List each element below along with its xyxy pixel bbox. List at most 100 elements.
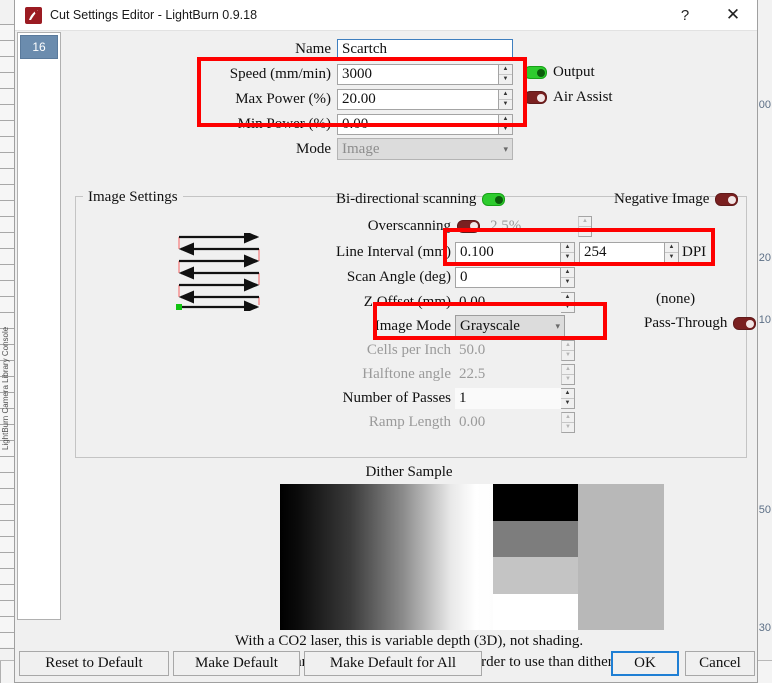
scan-angle-input[interactable]: 0	[455, 266, 561, 288]
z-offset-input[interactable]: 0.00	[455, 292, 561, 313]
bidirectional-toggle[interactable]	[482, 193, 506, 206]
passes-stepper[interactable]: ▲ ▼	[561, 387, 575, 409]
stepper-down-icon[interactable]: ▼	[499, 75, 512, 84]
ruler-tick	[0, 168, 14, 169]
name-label: Name	[295, 40, 331, 57]
stepper-down-icon[interactable]: ▼	[665, 253, 678, 262]
stepper-down-icon: ▼	[565, 352, 571, 358]
stepper-down-icon[interactable]: ▼	[499, 125, 512, 134]
make-default-button[interactable]: Make Default	[173, 651, 300, 676]
cancel-button[interactable]: Cancel	[685, 651, 755, 676]
overscanning-label: Overscanning	[367, 217, 451, 234]
ramp-length-stepper: ▲ ▼	[561, 411, 575, 433]
line-interval-label: Line Interval (mm)	[336, 243, 451, 260]
name-input[interactable]: Scartch	[337, 38, 513, 60]
stepper-up-icon[interactable]: ▲	[561, 268, 574, 278]
image-mode-select[interactable]: Grayscale ▾	[455, 315, 565, 337]
stepper-up-icon[interactable]: ▲	[499, 65, 512, 75]
pass-through-label: Pass-Through	[644, 315, 728, 331]
stepper-down-icon[interactable]: ▼	[499, 100, 512, 109]
dither-block	[493, 557, 578, 594]
stepper-down-icon[interactable]: ▼	[561, 253, 574, 262]
speed-input[interactable]: 3000	[337, 63, 499, 85]
output-toggle[interactable]	[524, 66, 547, 79]
background-number: 30	[758, 622, 771, 634]
ruler-tick	[0, 264, 14, 265]
ramp-length-value: 0.00	[459, 413, 486, 430]
cut-settings-editor-dialog: Cut Settings Editor - LightBurn 0.9.18 ?…	[14, 0, 758, 683]
dialog-footer: Reset to Default Make Default Make Defau…	[15, 644, 757, 682]
stepper-up-icon: ▲	[562, 341, 574, 351]
pass-through-toggle[interactable]	[733, 317, 757, 330]
ruler-tick	[0, 280, 14, 281]
make-default-for-all-button[interactable]: Make Default for All	[304, 651, 482, 676]
min-power-stepper[interactable]: ▲ ▼	[499, 113, 513, 135]
ok-button[interactable]: OK	[611, 651, 679, 676]
ruler-tick	[0, 200, 14, 201]
ruler-tick	[0, 616, 14, 617]
max-power-input[interactable]: 20.00	[337, 88, 499, 110]
min-power-input[interactable]: 0.00	[337, 113, 499, 135]
stepper-down-icon: ▼	[565, 376, 571, 382]
stepper-up-icon: ▲	[562, 413, 574, 423]
ruler-tick	[0, 104, 14, 105]
halftone-angle-value: 22.5	[459, 365, 486, 382]
ruler-tick	[0, 600, 14, 601]
line-interval-stepper[interactable]: ▲ ▼	[561, 241, 575, 263]
dither-sample-preview	[280, 484, 664, 630]
ruler-tick	[0, 661, 1, 683]
stepper-down-icon[interactable]: ▼	[561, 399, 574, 408]
z-offset-label: Z Offset (mm)	[363, 293, 451, 310]
stepper-up-icon[interactable]: ▲	[665, 243, 678, 253]
stepper-up-icon[interactable]: ▲	[561, 243, 574, 253]
settings-panel: Name Scartch Speed (mm/min) 3000 ▲ ▼ Max…	[61, 30, 757, 670]
mode-select[interactable]: Image ▾	[337, 138, 513, 160]
dpi-input[interactable]: 254	[579, 241, 665, 263]
mode-select-value: Image	[342, 140, 380, 157]
dpi-stepper[interactable]: ▲ ▼	[665, 241, 679, 263]
help-button[interactable]: ?	[663, 0, 707, 30]
background-number: 50	[758, 504, 771, 516]
background-vertical-text: LightBurn Camera Library Console	[1, 326, 10, 450]
stepper-down-icon[interactable]: ▼	[561, 303, 574, 312]
stepper-up-icon[interactable]: ▲	[499, 90, 512, 100]
reset-to-default-button[interactable]: Reset to Default	[19, 651, 169, 676]
ruler-tick	[0, 120, 14, 121]
cells-per-inch-label: Cells per Inch	[366, 341, 451, 358]
min-power-label: Min Power (%)	[237, 115, 331, 132]
background-number: 10	[758, 314, 771, 326]
cells-per-inch-stepper: ▲ ▼	[561, 339, 575, 361]
cut-layer-item-16[interactable]: 16	[20, 35, 58, 59]
dither-block-strip	[493, 484, 578, 630]
passes-input[interactable]: 1	[455, 387, 561, 409]
stepper-up-icon: ▲	[579, 217, 591, 227]
z-offset-stepper[interactable]: ▲ ▼	[561, 291, 575, 313]
stepper-up-icon[interactable]: ▲	[499, 115, 512, 125]
ruler-tick	[0, 296, 14, 297]
ruler-tick	[0, 184, 14, 185]
ruler-tick	[0, 568, 14, 569]
scan-angle-stepper[interactable]: ▲ ▼	[561, 266, 575, 288]
stepper-up-icon[interactable]: ▲	[561, 293, 574, 303]
max-power-stepper[interactable]: ▲ ▼	[499, 88, 513, 110]
air-assist-toggle[interactable]	[524, 91, 547, 104]
speed-stepper[interactable]: ▲ ▼	[499, 63, 513, 85]
max-power-label: Max Power (%)	[235, 90, 331, 107]
ramp-length-label: Ramp Length	[368, 413, 451, 430]
overscanning-stepper: ▲ ▼	[578, 215, 592, 237]
scan-pattern-diagram	[171, 230, 271, 314]
cut-layer-list[interactable]: 16	[17, 32, 61, 620]
stepper-up-icon[interactable]: ▲	[561, 389, 574, 399]
image-mode-value: Grayscale	[460, 317, 520, 334]
air-assist-label: Air Assist	[553, 89, 613, 105]
scan-start-marker	[176, 304, 182, 310]
overscanning-toggle[interactable]	[457, 219, 480, 233]
negative-image-toggle[interactable]	[715, 193, 739, 206]
ruler-tick	[0, 56, 14, 57]
line-interval-input[interactable]: 0.100	[455, 241, 561, 263]
ruler-tick	[0, 632, 14, 633]
image-mode-label: Image Mode	[374, 317, 451, 334]
stepper-down-icon[interactable]: ▼	[561, 278, 574, 287]
close-button[interactable]: ✕	[711, 0, 755, 30]
ruler-tick	[0, 136, 14, 137]
